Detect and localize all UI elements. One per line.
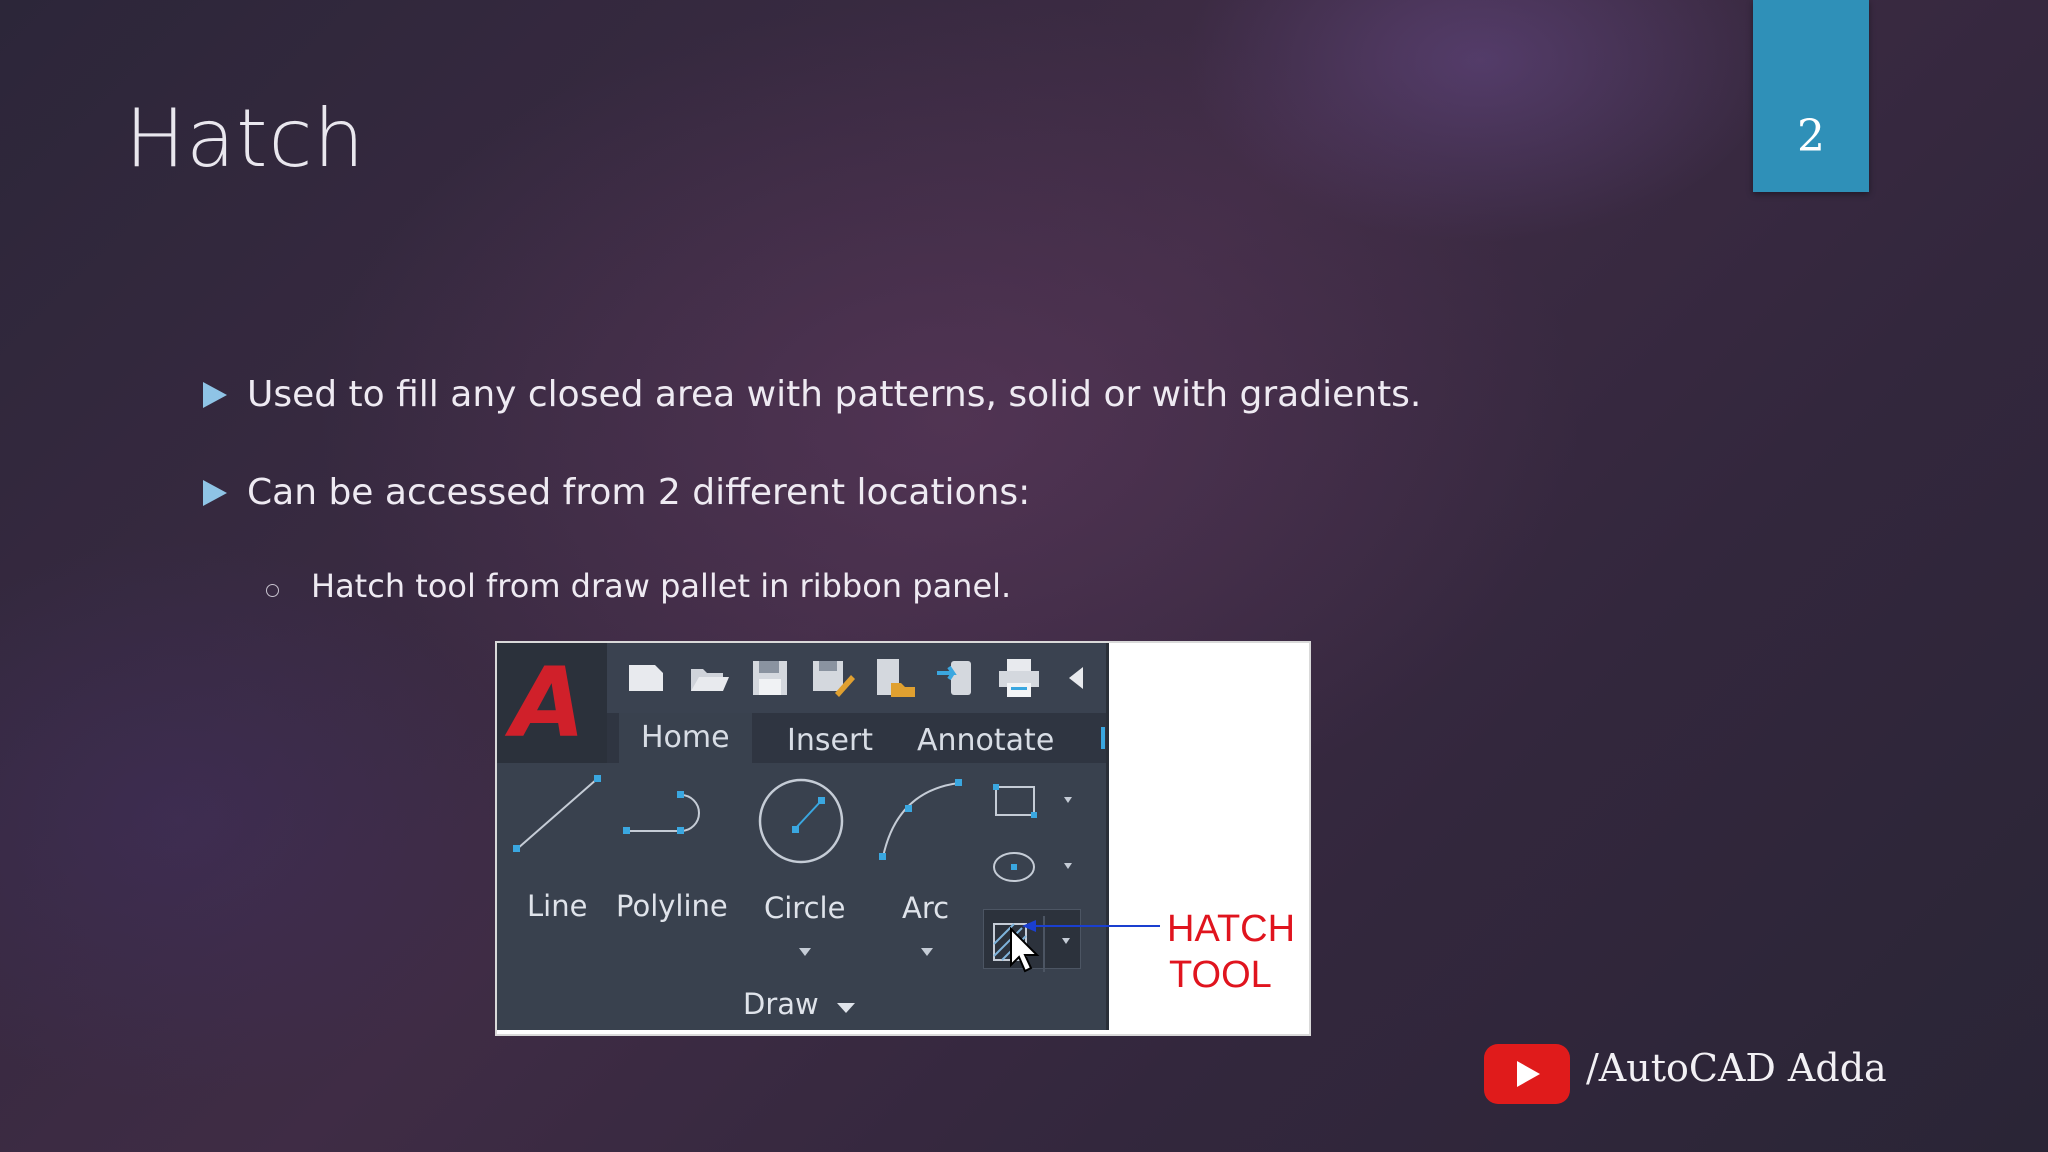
share-icon — [937, 661, 971, 695]
open-sheet-icon — [877, 659, 915, 697]
ellipse-icon[interactable] — [992, 847, 1082, 887]
bullet-item: Used to fill any closed area with patter… — [203, 374, 1421, 415]
tab-overflow-indicator — [1101, 727, 1105, 749]
mouse-cursor-icon — [1010, 927, 1040, 973]
arc-icon[interactable] — [877, 771, 977, 867]
tab-home[interactable]: Home — [619, 713, 752, 763]
slide-number: 2 — [1797, 111, 1825, 162]
line-label: Line — [527, 889, 588, 923]
autocad-logo-icon: A — [511, 647, 586, 759]
annotation-arrow-icon — [1022, 920, 1160, 932]
bullet-text: Used to fill any closed area with patter… — [247, 374, 1422, 415]
draw-panel-title-text: Draw — [743, 987, 819, 1021]
back-arrow-icon — [1069, 667, 1083, 689]
polyline-icon[interactable] — [619, 783, 719, 853]
ribbon: A Home Insert Annotate Line Polyline Cir… — [497, 643, 1109, 1030]
print-icon — [999, 659, 1039, 697]
open-folder-icon — [691, 669, 729, 691]
circle-label: Circle — [764, 891, 846, 925]
circle-dropdown-icon[interactable] — [798, 947, 812, 957]
draw-panel-title[interactable]: Draw — [743, 987, 856, 1021]
new-file-icon — [629, 665, 663, 691]
triangle-bullet-icon — [203, 381, 227, 408]
youtube-logo-icon — [1484, 1044, 1570, 1104]
tab-insert[interactable]: Insert — [787, 723, 873, 758]
triangle-bullet-icon — [203, 479, 227, 506]
circle-bullet-icon — [266, 583, 279, 597]
circle-icon[interactable] — [755, 775, 851, 871]
ribbon-screenshot: A Home Insert Annotate Line Polyline Cir… — [495, 641, 1311, 1036]
bullet-text: Can be accessed from 2 different locatio… — [247, 472, 1031, 513]
channel-watermark: /AutoCAD Adda — [1586, 1046, 1887, 1090]
app-logo: A — [497, 643, 607, 763]
slide-title: Hatch — [125, 92, 366, 185]
chevron-down-icon — [836, 1003, 855, 1013]
hatch-tool-annotation: HATCH TOOL — [1167, 906, 1295, 998]
arc-label: Arc — [902, 891, 950, 925]
save-as-icon — [813, 661, 855, 697]
polyline-label: Polyline — [616, 889, 728, 923]
tab-annotate[interactable]: Annotate — [917, 723, 1054, 758]
sub-bullet-text: Hatch tool from draw pallet in ribbon pa… — [311, 567, 1012, 605]
sub-bullet-item: Hatch tool from draw pallet in ribbon pa… — [266, 567, 1011, 605]
arc-dropdown-icon[interactable] — [920, 947, 934, 957]
annotation-line-2: TOOL — [1169, 954, 1272, 996]
bullet-item: Can be accessed from 2 different locatio… — [203, 472, 1030, 513]
slide-number-badge: 2 — [1753, 0, 1869, 192]
save-icon — [753, 661, 787, 695]
annotation-line-1: HATCH — [1167, 908, 1296, 950]
rectangle-icon[interactable] — [992, 781, 1082, 821]
